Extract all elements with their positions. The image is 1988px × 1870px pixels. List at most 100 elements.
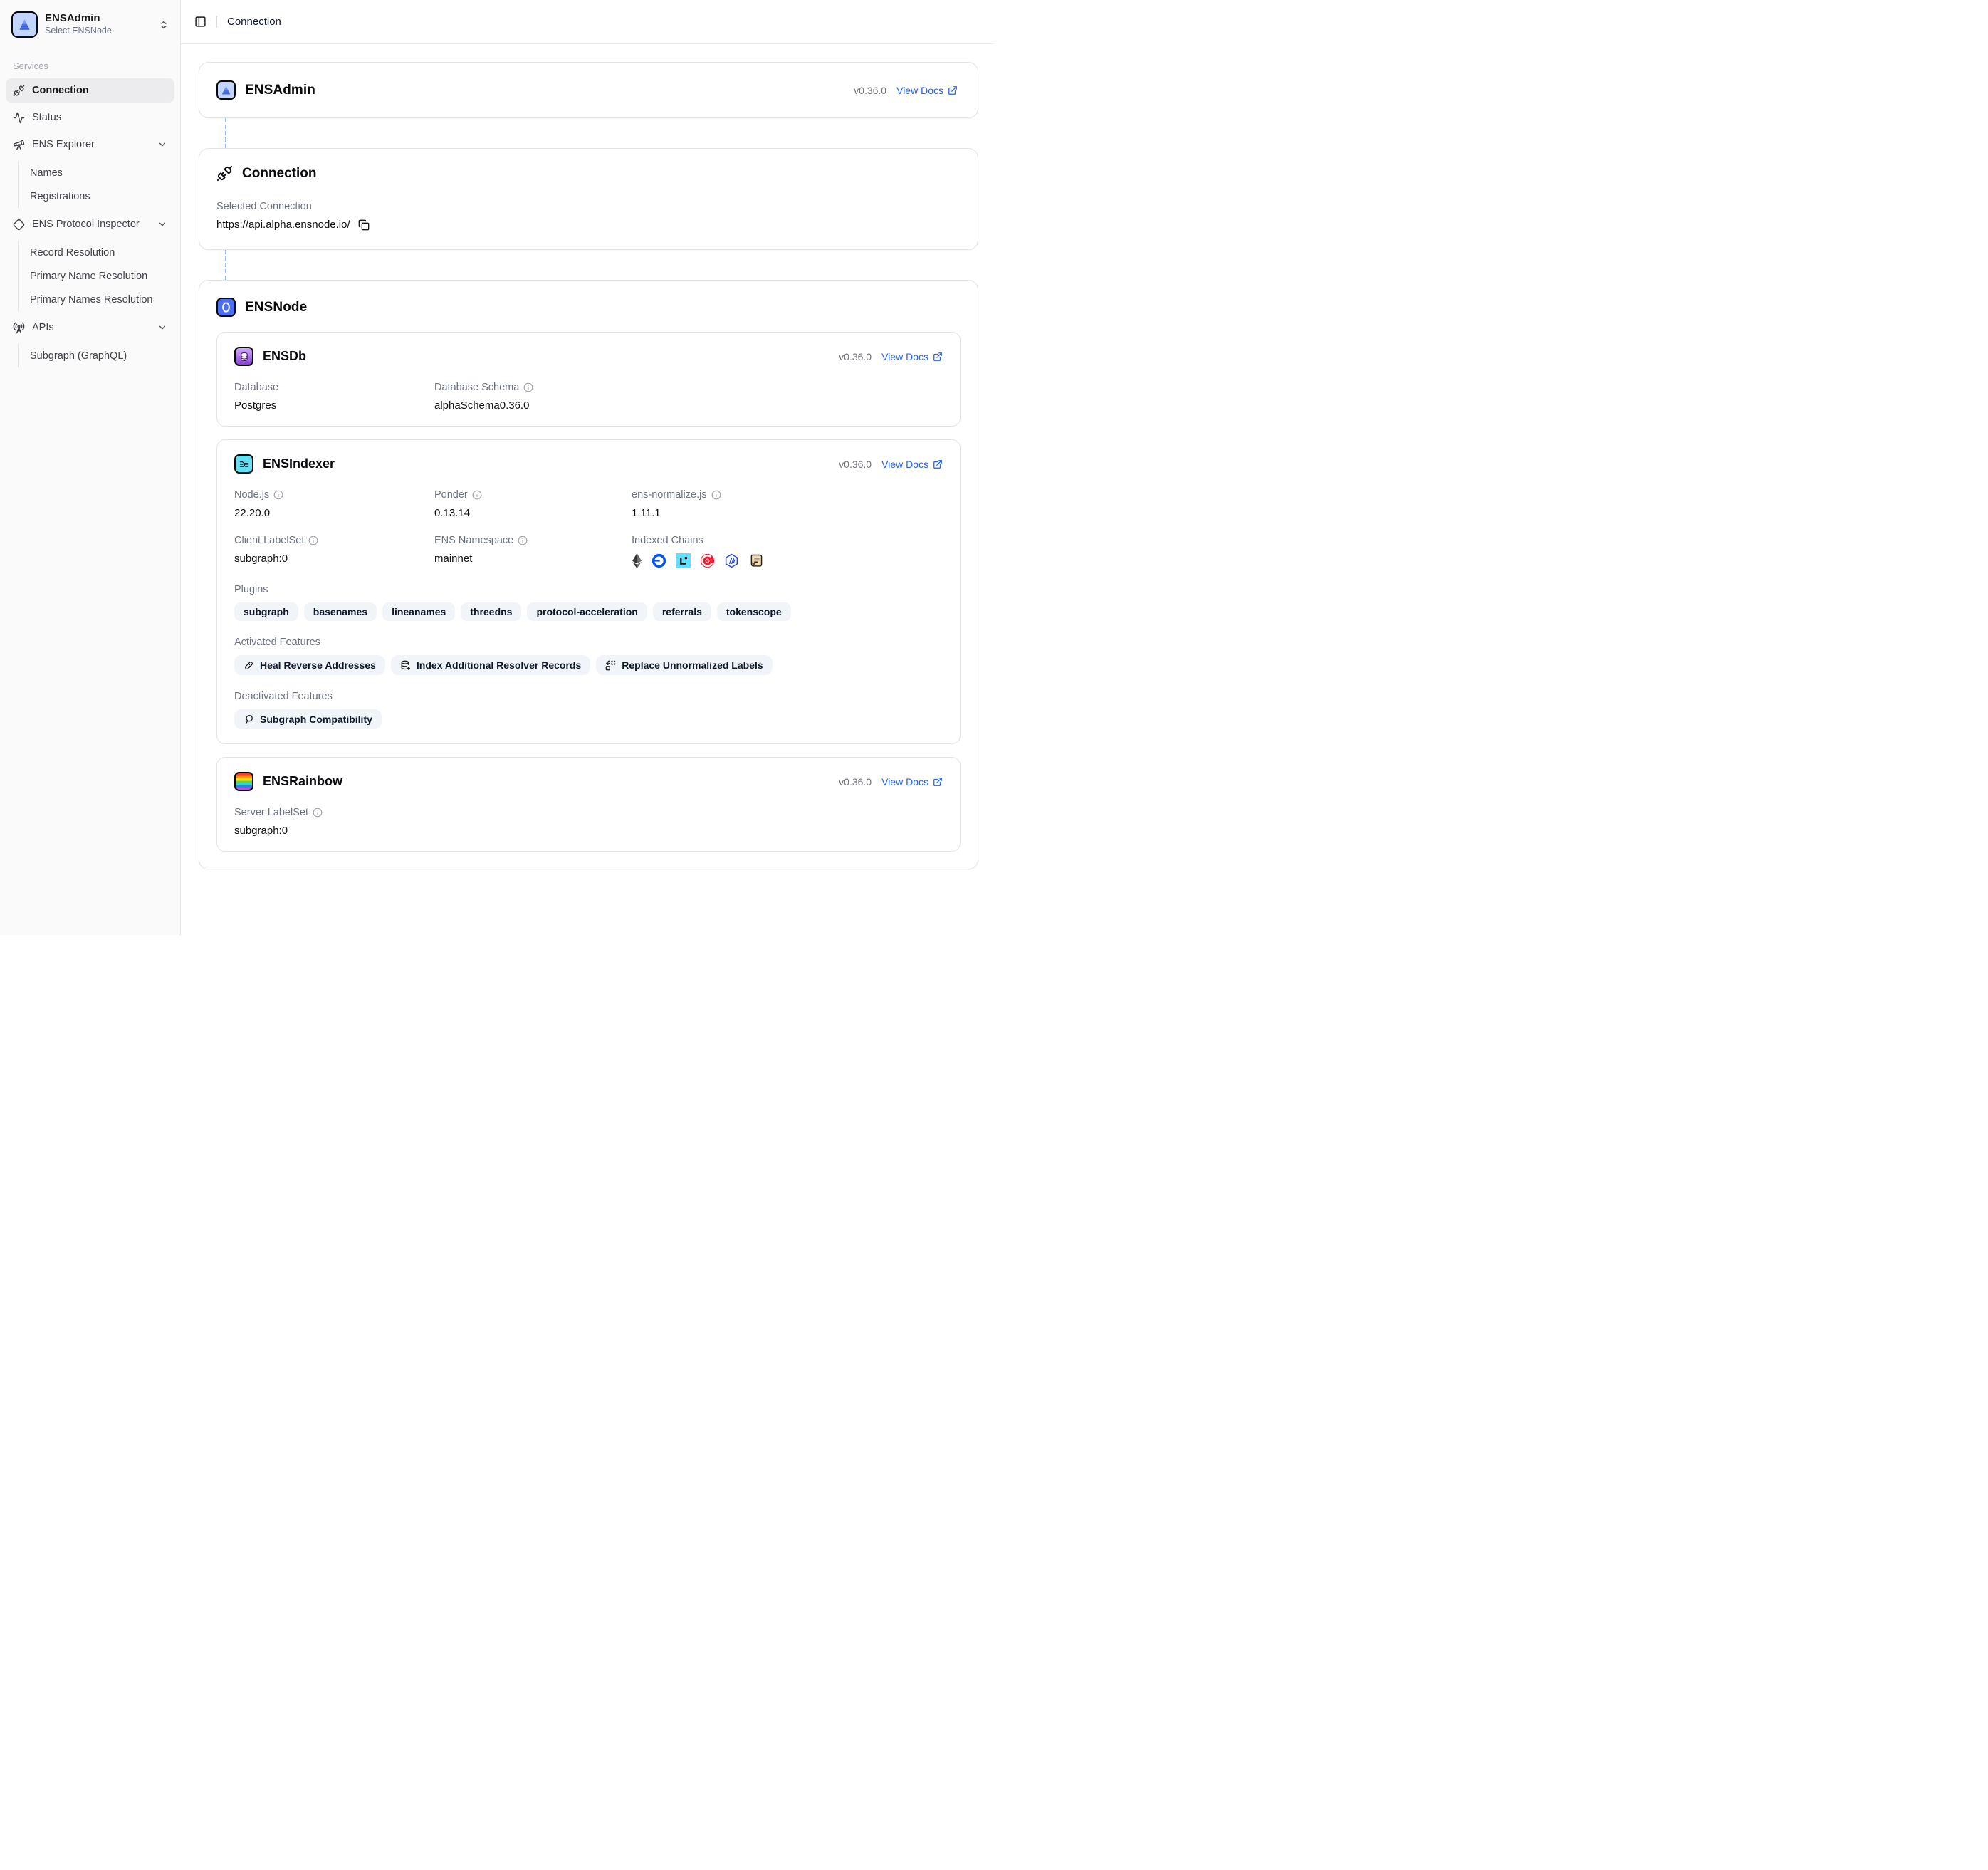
info-icon[interactable] [273, 490, 283, 500]
ensadmin-logo-icon [11, 11, 38, 38]
ensrainbow-view-docs-link[interactable]: View Docs [881, 776, 943, 788]
copy-icon[interactable] [358, 219, 370, 231]
selected-connection-label: Selected Connection [216, 201, 958, 212]
activity-icon [13, 112, 25, 124]
activated-features-list: Heal Reverse Addresses Index Additional … [234, 655, 943, 675]
activated-features-label: Activated Features [234, 637, 943, 648]
card-connector [225, 118, 978, 148]
topbar: Connection [181, 0, 994, 44]
ensindexer-card: ENSIndexer v0.36.0 View Docs [216, 439, 961, 744]
ensrainbow-logo-icon [234, 772, 253, 791]
ensindexer-view-docs-link[interactable]: View Docs [881, 459, 943, 470]
sidebar-item-ens-explorer[interactable]: ENS Explorer [6, 132, 174, 157]
field-server-labelset: Server LabelSet subgraph:0 [234, 807, 943, 837]
field-database: Database Postgres [234, 382, 434, 412]
sidebar-submenu-ens-explorer: Names Registrations [18, 161, 174, 208]
field-indexed-chains: Indexed Chains [632, 535, 943, 568]
linea-icon[interactable] [676, 553, 691, 568]
deactivated-features-label: Deactivated Features [234, 691, 943, 702]
ensrainbow-card: ENSRainbow v0.36.0 View Docs [216, 757, 961, 852]
field-ens-namespace: ENS Namespace mainnet [434, 535, 632, 568]
ensadmin-view-docs-link[interactable]: View Docs [896, 85, 958, 96]
workspace-switcher[interactable]: ENSAdmin Select ENSNode [6, 7, 174, 42]
ensdb-version: v0.36.0 [839, 351, 872, 362]
telescope-icon [13, 139, 25, 151]
ensdb-view-docs-link[interactable]: View Docs [881, 351, 943, 362]
ensadmin-app: ENSAdmin Select ENSNode Services Connect… [0, 0, 994, 935]
field-ponder: Ponder 0.13.14 [434, 489, 632, 519]
external-link-icon [933, 777, 943, 787]
ethereum-icon[interactable] [632, 553, 642, 568]
chevron-down-icon [157, 219, 167, 229]
field-database-schema: Database Schema alphaSchema0.36.0 [434, 382, 632, 412]
ensindexer-version: v0.36.0 [839, 459, 872, 470]
ensnode-card-title: ENSNode [245, 300, 307, 315]
search-icon [244, 714, 254, 725]
external-link-icon [933, 352, 943, 362]
plugin-badge: tokenscope [717, 602, 791, 621]
feature-badge-heal-reverse-addresses: Heal Reverse Addresses [234, 655, 385, 675]
sidebar-item-names[interactable]: Names [20, 161, 174, 184]
info-icon[interactable] [518, 536, 528, 545]
ensadmin-card: ENSAdmin v0.36.0 View Docs [199, 62, 978, 118]
field-nodejs: Node.js 22.20.0 [234, 489, 434, 519]
plugin-badge: subgraph [234, 602, 298, 621]
bandage-icon [244, 660, 254, 671]
sidebar-item-connection[interactable]: Connection [6, 78, 174, 103]
plugin-badge: protocol-acceleration [527, 602, 647, 621]
field-client-labelset: Client LabelSet subgraph:0 [234, 535, 434, 568]
info-icon[interactable] [472, 490, 482, 500]
optimism-icon[interactable] [700, 553, 715, 568]
plugins-list: subgraph basenames lineanames threedns p… [234, 602, 943, 621]
ensnode-card: ENSNode ENSDb [199, 280, 978, 869]
info-icon[interactable] [711, 490, 721, 500]
plugin-badge: lineanames [382, 602, 455, 621]
external-link-icon [933, 459, 943, 469]
content: ENSAdmin v0.36.0 View Docs [181, 44, 994, 935]
ensdb-card: ENSDb v0.36.0 View Docs [216, 332, 961, 427]
chevron-down-icon [157, 323, 167, 333]
sidebar-group-label: Services [6, 61, 174, 71]
base-icon[interactable] [652, 553, 666, 568]
external-link-icon [948, 85, 958, 95]
diamond-icon [13, 219, 25, 231]
sidebar-item-registrations[interactable]: Registrations [20, 184, 174, 208]
ensindexer-card-title: ENSIndexer [263, 456, 335, 471]
plugin-badge: referrals [653, 602, 711, 621]
info-icon[interactable] [313, 808, 323, 818]
sidebar-item-primary-names-resolution[interactable]: Primary Names Resolution [20, 288, 174, 311]
sidebar-item-subgraph-graphql[interactable]: Subgraph (GraphQL) [20, 344, 174, 367]
sidebar-toggle-button[interactable] [194, 16, 206, 28]
breadcrumb: Connection [227, 16, 281, 28]
scroll-icon[interactable] [748, 553, 763, 568]
info-icon[interactable] [523, 382, 533, 392]
feature-badge-subgraph-compatibility: Subgraph Compatibility [234, 709, 382, 729]
main-area: Connection ENSAdmin v0.36.0 View Docs [181, 0, 994, 935]
info-icon[interactable] [308, 536, 318, 545]
ensdb-logo-icon [234, 347, 253, 366]
chevron-down-icon [157, 140, 167, 150]
sidebar-item-status[interactable]: Status [6, 105, 174, 130]
field-ens-normalize: ens-normalize.js 1.11.1 [632, 489, 943, 519]
feature-badge-replace-unnormalized-labels: Replace Unnormalized Labels [596, 655, 772, 675]
plugins-label: Plugins [234, 584, 943, 595]
sidebar-submenu-apis: Subgraph (GraphQL) [18, 344, 174, 367]
sidebar-item-label: ENS Protocol Inspector [32, 219, 140, 230]
connection-url: https://api.alpha.ensnode.io/ [216, 219, 350, 231]
database-plus-icon [400, 660, 411, 671]
ensrainbow-version: v0.36.0 [839, 776, 872, 788]
sidebar-item-apis[interactable]: APIs [6, 315, 174, 340]
sidebar-item-primary-name-resolution[interactable]: Primary Name Resolution [20, 264, 174, 288]
sidebar-item-label: ENS Explorer [32, 139, 95, 150]
sidebar-item-record-resolution[interactable]: Record Resolution [20, 241, 174, 264]
ensnode-logo-icon [216, 298, 236, 317]
sidebar-item-ens-protocol-inspector[interactable]: ENS Protocol Inspector [6, 212, 174, 236]
ensadmin-logo-icon [216, 80, 236, 100]
plugin-badge: threedns [461, 602, 521, 621]
arbitrum-icon[interactable] [724, 553, 739, 568]
ensdb-card-title: ENSDb [263, 349, 306, 364]
chevrons-up-down-icon [159, 20, 169, 30]
unplug-icon [216, 165, 233, 182]
radio-tower-icon [13, 322, 25, 334]
app-subtitle: Select ENSNode [45, 26, 152, 37]
